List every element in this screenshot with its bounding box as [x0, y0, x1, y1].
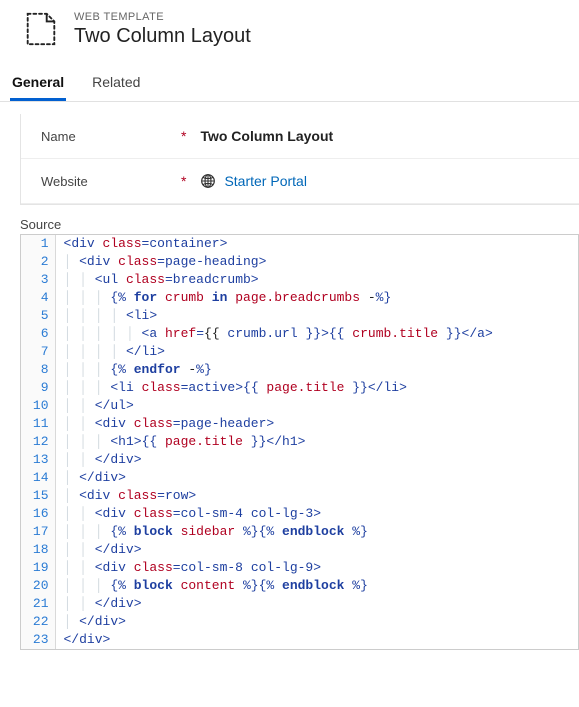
- code-content[interactable]: │ │ │ <h1>{{ page.title }}</h1>: [55, 433, 578, 451]
- line-number: 13: [21, 451, 55, 469]
- code-line[interactable]: 8│ │ │ {% endfor -%}: [21, 361, 578, 379]
- required-indicator: *: [181, 128, 186, 144]
- code-content[interactable]: │ │ <ul class=breadcrumb>: [55, 271, 578, 289]
- code-content[interactable]: │ <div class=page-heading>: [55, 253, 578, 271]
- line-number: 20: [21, 577, 55, 595]
- code-content[interactable]: │ │ │ {% block content %}{% endblock %}: [55, 577, 578, 595]
- line-number: 23: [21, 631, 55, 649]
- form-panel: Name * Two Column Layout Website * Start…: [20, 114, 579, 205]
- line-number: 22: [21, 613, 55, 631]
- line-number: 8: [21, 361, 55, 379]
- web-template-icon: [22, 10, 60, 48]
- code-content[interactable]: │ │ │ {% block sidebar %}{% endblock %}: [55, 523, 578, 541]
- line-number: 16: [21, 505, 55, 523]
- tab-bar: General Related: [0, 60, 579, 102]
- line-number: 19: [21, 559, 55, 577]
- code-line[interactable]: 21│ │ </div>: [21, 595, 578, 613]
- code-content[interactable]: │ │ │ │ <li>: [55, 307, 578, 325]
- line-number: 15: [21, 487, 55, 505]
- line-number: 11: [21, 415, 55, 433]
- tab-related[interactable]: Related: [90, 68, 142, 101]
- line-number: 5: [21, 307, 55, 325]
- source-label: Source: [20, 217, 579, 232]
- code-content[interactable]: │ │ </div>: [55, 541, 578, 559]
- code-line[interactable]: 23</div>: [21, 631, 578, 649]
- line-number: 17: [21, 523, 55, 541]
- code-content[interactable]: │ │ </div>: [55, 451, 578, 469]
- code-line[interactable]: 3│ │ <ul class=breadcrumb>: [21, 271, 578, 289]
- globe-icon: [200, 173, 216, 189]
- code-content[interactable]: │ │ </ul>: [55, 397, 578, 415]
- code-line[interactable]: 22│ </div>: [21, 613, 578, 631]
- code-line[interactable]: 16│ │ <div class=col-sm-4 col-lg-3>: [21, 505, 578, 523]
- field-label-name: Name: [41, 129, 181, 144]
- line-number: 3: [21, 271, 55, 289]
- name-field[interactable]: Two Column Layout: [200, 128, 333, 144]
- code-line[interactable]: 4│ │ │ {% for crumb in page.breadcrumbs …: [21, 289, 578, 307]
- line-number: 6: [21, 325, 55, 343]
- code-content[interactable]: │ │ </div>: [55, 595, 578, 613]
- website-lookup[interactable]: Starter Portal: [200, 173, 306, 189]
- code-content[interactable]: │ │ <div class=col-sm-8 col-lg-9>: [55, 559, 578, 577]
- page-header: WEB TEMPLATE Two Column Layout: [0, 0, 579, 60]
- tab-general[interactable]: General: [10, 68, 66, 101]
- required-indicator: *: [181, 173, 186, 189]
- line-number: 1: [21, 235, 55, 253]
- code-content[interactable]: │ │ │ │ │ <a href={{ crumb.url }}>{{ cru…: [55, 325, 578, 343]
- entity-type-label: WEB TEMPLATE: [74, 11, 251, 23]
- code-content[interactable]: │ </div>: [55, 613, 578, 631]
- website-link[interactable]: Starter Portal: [224, 173, 306, 189]
- line-number: 9: [21, 379, 55, 397]
- line-number: 2: [21, 253, 55, 271]
- code-content[interactable]: │ │ │ {% for crumb in page.breadcrumbs -…: [55, 289, 578, 307]
- code-content[interactable]: │ </div>: [55, 469, 578, 487]
- code-line[interactable]: 5│ │ │ │ <li>: [21, 307, 578, 325]
- code-content[interactable]: │ │ │ {% endfor -%}: [55, 361, 578, 379]
- code-line[interactable]: 17│ │ │ {% block sidebar %}{% endblock %…: [21, 523, 578, 541]
- code-line[interactable]: 14│ </div>: [21, 469, 578, 487]
- code-line[interactable]: 19│ │ <div class=col-sm-8 col-lg-9>: [21, 559, 578, 577]
- field-label-website: Website: [41, 174, 181, 189]
- code-line[interactable]: 1<div class=container>: [21, 235, 578, 253]
- code-content[interactable]: │ │ <div class=page-header>: [55, 415, 578, 433]
- line-number: 7: [21, 343, 55, 361]
- line-number: 21: [21, 595, 55, 613]
- line-number: 10: [21, 397, 55, 415]
- code-line[interactable]: 18│ │ </div>: [21, 541, 578, 559]
- code-content[interactable]: │ │ │ <li class=active>{{ page.title }}<…: [55, 379, 578, 397]
- line-number: 12: [21, 433, 55, 451]
- source-editor[interactable]: 1<div class=container>2│ <div class=page…: [20, 234, 579, 650]
- line-number: 14: [21, 469, 55, 487]
- code-line[interactable]: 6│ │ │ │ │ <a href={{ crumb.url }}>{{ cr…: [21, 325, 578, 343]
- code-line[interactable]: 7│ │ │ │ </li>: [21, 343, 578, 361]
- code-line[interactable]: 2│ <div class=page-heading>: [21, 253, 578, 271]
- code-content[interactable]: </div>: [55, 631, 578, 649]
- code-line[interactable]: 9│ │ │ <li class=active>{{ page.title }}…: [21, 379, 578, 397]
- code-content[interactable]: │ <div class=row>: [55, 487, 578, 505]
- code-content[interactable]: │ │ │ │ </li>: [55, 343, 578, 361]
- code-line[interactable]: 11│ │ <div class=page-header>: [21, 415, 578, 433]
- code-content[interactable]: <div class=container>: [55, 235, 578, 253]
- code-line[interactable]: 20│ │ │ {% block content %}{% endblock %…: [21, 577, 578, 595]
- field-row-name: Name * Two Column Layout: [21, 114, 579, 159]
- code-line[interactable]: 15│ <div class=row>: [21, 487, 578, 505]
- code-line[interactable]: 12│ │ │ <h1>{{ page.title }}</h1>: [21, 433, 578, 451]
- code-content[interactable]: │ │ <div class=col-sm-4 col-lg-3>: [55, 505, 578, 523]
- field-row-website: Website * Starter Portal: [21, 159, 579, 204]
- code-line[interactable]: 13│ │ </div>: [21, 451, 578, 469]
- code-line[interactable]: 10│ │ </ul>: [21, 397, 578, 415]
- line-number: 4: [21, 289, 55, 307]
- page-title: Two Column Layout: [74, 25, 251, 48]
- line-number: 18: [21, 541, 55, 559]
